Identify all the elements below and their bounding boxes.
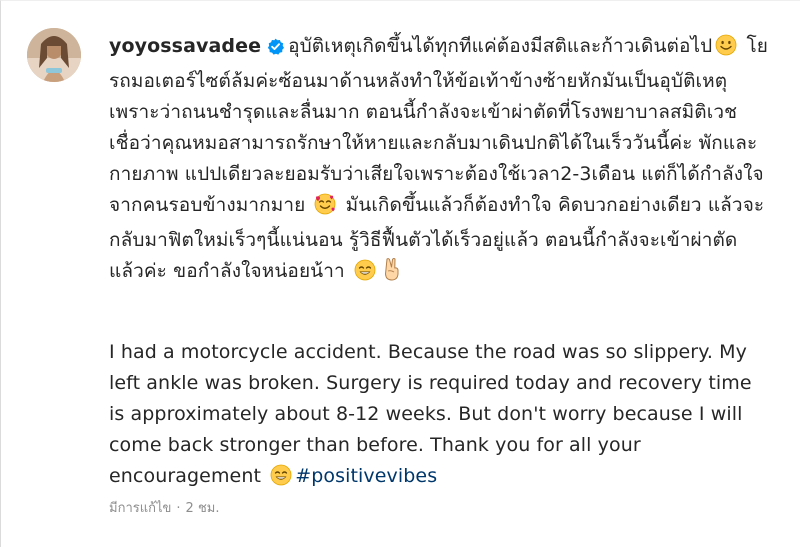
avatar-image (27, 28, 81, 82)
post-meta: มีการแก้ไข · 2 ชม. (109, 497, 219, 518)
grinning-face-emoji (354, 259, 376, 291)
hashtag-link[interactable]: #positivevibes (295, 465, 437, 487)
username-link[interactable]: yoyossavadee (109, 35, 261, 57)
grinning-face-emoji (270, 464, 292, 496)
avatar[interactable] (27, 28, 81, 82)
smiling-face-emoji (715, 34, 737, 66)
post-caption-panel: yoyossavadee อุบัติเหตุเกิดขึ้นได้ทุกทีแค… (0, 0, 800, 547)
thai-caption: yoyossavadee อุบัติเหตุเกิดขึ้นได้ทุกทีแค… (109, 31, 769, 291)
meta-separator: · (176, 501, 181, 516)
english-caption: I had a motorcycle accident. Because the… (109, 337, 769, 496)
verified-badge-icon (267, 34, 285, 65)
caption-text-part-2: โยรถมอเตอร์ไซต์ล้มค่ะซ้อนมาด้านหลังทำให้… (109, 35, 768, 216)
edited-label: มีการแก้ไข (109, 501, 172, 516)
timestamp[interactable]: 2 ชม. (186, 501, 220, 516)
caption-text-part-1: อุบัติเหตุเกิดขึ้นได้ทุกทีแค่ต้องมีสติแล… (288, 35, 713, 57)
smiling-face-with-hearts-emoji (314, 193, 336, 225)
victory-hand-emoji (382, 257, 402, 291)
